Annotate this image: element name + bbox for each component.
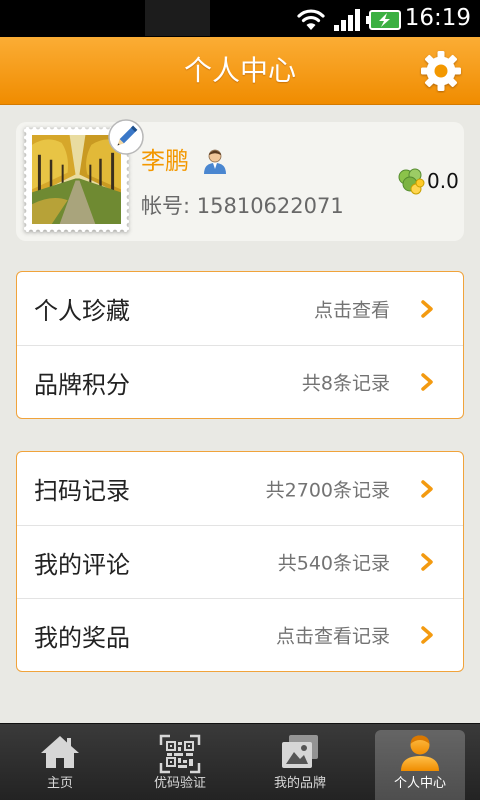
pencil-icon	[108, 119, 144, 155]
points-balance: 0.0	[427, 169, 459, 193]
menu-item-label: 我的奖品	[34, 623, 130, 652]
menu-item-brand-points[interactable]: 品牌积分 共8条记录	[17, 345, 463, 418]
chevron-right-icon	[421, 553, 433, 571]
chevron-right-icon	[421, 299, 433, 318]
menu-item-my-comments[interactable]: 我的评论 共540条记录	[17, 525, 463, 598]
menu-item-label: 我的评论	[34, 550, 130, 579]
menu-item-value: 共2700条记录	[265, 479, 390, 501]
signal-icon	[334, 9, 360, 31]
header: 个人中心	[0, 37, 480, 105]
menu-item-label: 品牌积分	[34, 370, 130, 399]
wifi-icon	[297, 9, 325, 30]
tab-label: 优码验证	[153, 776, 206, 791]
menu-item-my-prizes[interactable]: 我的奖品 点击查看记录	[17, 598, 463, 671]
chevron-right-icon	[421, 373, 433, 391]
user-name: 李鹏	[141, 147, 189, 175]
brand-card-icon	[282, 735, 318, 768]
profile-card: 李鹏 帐号: 15810622071 0.0	[16, 119, 464, 241]
tab-my-brands[interactable]: 我的品牌	[240, 724, 360, 800]
chevron-right-icon	[421, 479, 433, 498]
tab-code-verify[interactable]: 优码验证	[120, 724, 240, 800]
gear-icon	[421, 51, 461, 91]
home-icon	[41, 736, 79, 768]
tab-bar: 主页 优码验证 我的品牌 个人中心	[0, 723, 480, 800]
page-title: 个人中心	[183, 54, 296, 87]
edit-profile-button[interactable]	[107, 118, 145, 156]
tab-label: 主页	[46, 776, 73, 791]
menu-item-value: 点击查看	[313, 299, 390, 321]
menu-item-value: 点击查看记录	[275, 625, 390, 648]
battery-icon	[366, 10, 401, 30]
menu-item-favorites[interactable]: 个人珍藏 点击查看	[17, 272, 463, 345]
menu-item-value: 共8条记录	[301, 372, 390, 395]
status-bar: 16:19	[0, 0, 480, 37]
coin-icon	[398, 168, 425, 195]
tab-label: 我的品牌	[273, 776, 326, 791]
person-icon	[401, 735, 439, 771]
settings-button[interactable]	[419, 49, 463, 93]
menu-item-scan-history[interactable]: 扫码记录 共2700条记录	[17, 452, 463, 525]
tab-label: 个人中心	[393, 776, 446, 791]
account-number: 帐号: 15810622071	[141, 194, 344, 218]
tab-profile[interactable]: 个人中心	[360, 724, 480, 800]
menu-item-label: 个人珍藏	[34, 297, 130, 325]
tab-home[interactable]: 主页	[0, 724, 120, 800]
user-name-row: 李鹏	[141, 146, 228, 176]
qr-code-icon	[159, 734, 201, 774]
menu-item-value: 共540条记录	[277, 552, 390, 575]
chevron-right-icon	[421, 626, 433, 644]
status-time: 16:19	[404, 5, 471, 31]
menu-item-label: 扫码记录	[34, 477, 130, 505]
user-icon	[204, 149, 226, 174]
menu-group-records: 扫码记录 共2700条记录 我的评论 共540条记录 我的奖品 点击查看记录	[16, 451, 464, 672]
status-notification-area	[145, 0, 210, 36]
menu-group-collections: 个人珍藏 点击查看 品牌积分 共8条记录	[16, 271, 464, 419]
